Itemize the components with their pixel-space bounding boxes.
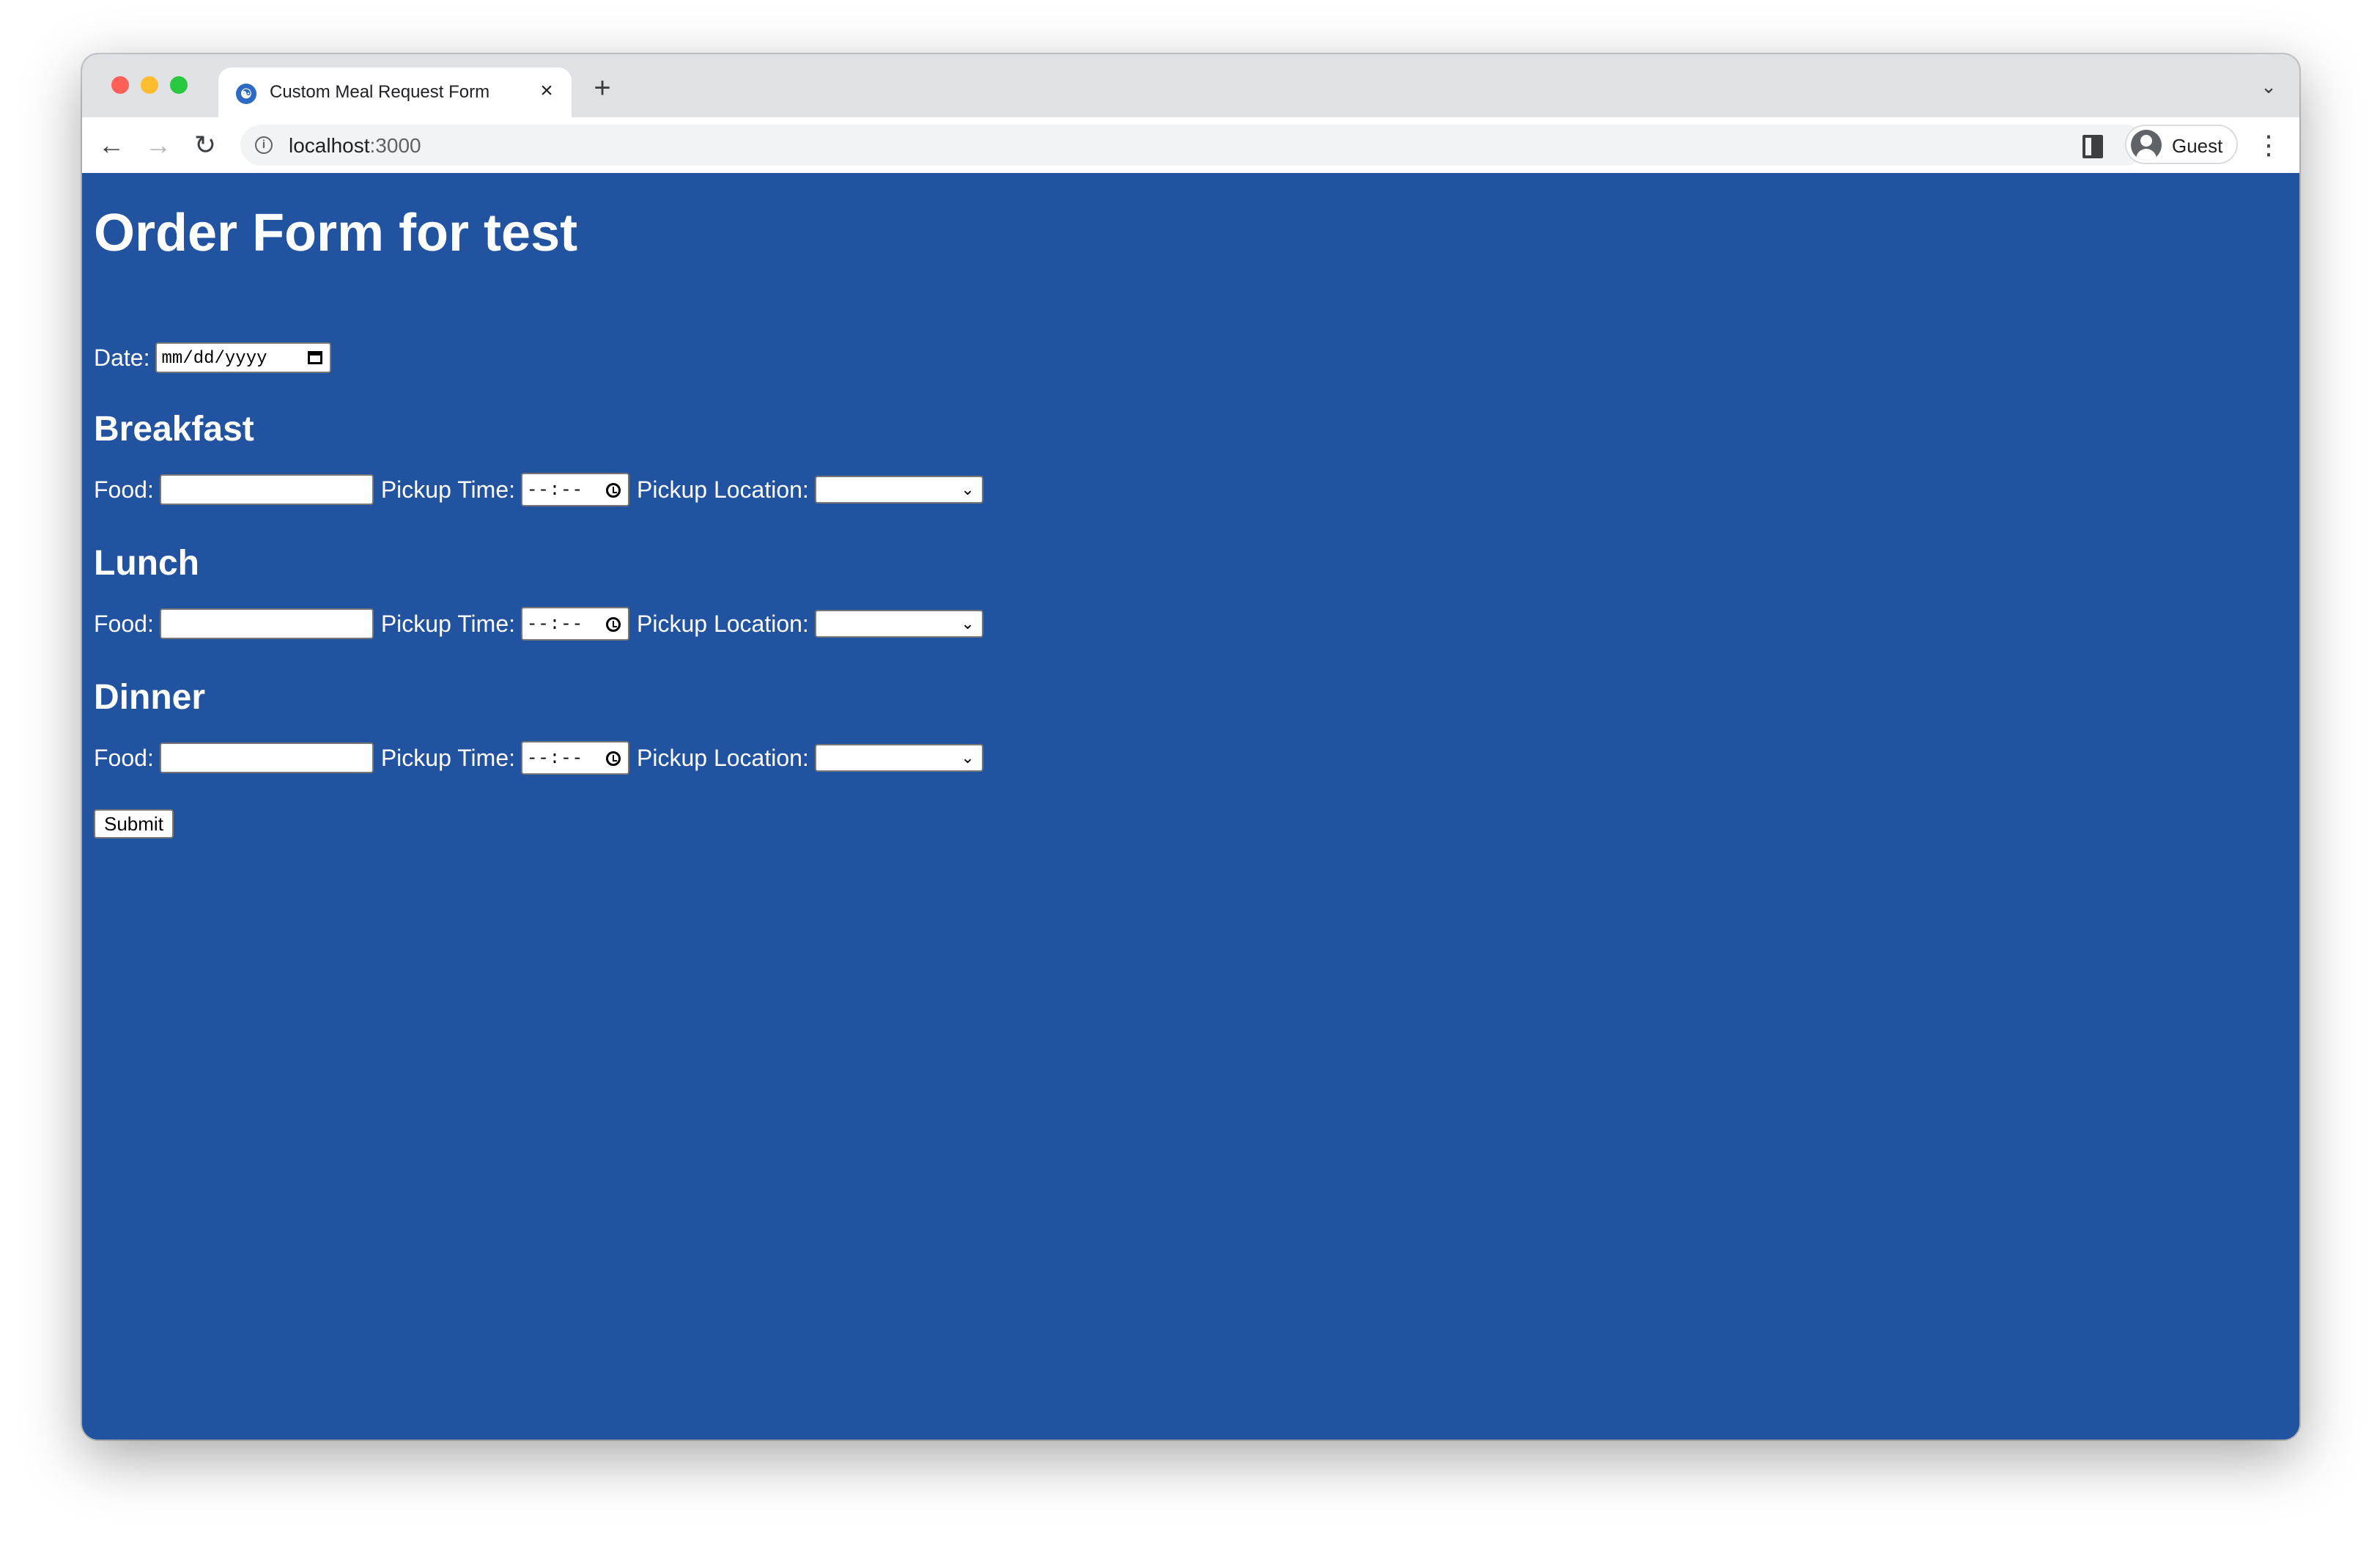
page-title: Order Form for test — [94, 204, 578, 262]
submit-button[interactable]: Submit — [94, 809, 174, 838]
clock-icon[interactable] — [606, 483, 621, 498]
favicon-icon: ☯ — [236, 84, 256, 104]
pickup-time-label: Pickup Time: — [380, 744, 515, 771]
back-icon[interactable]: ← — [94, 128, 129, 163]
side-panel-icon-fill — [2091, 135, 2100, 158]
lunch-time-input[interactable]: --:-- — [521, 607, 629, 641]
forward-icon[interactable]: → — [141, 128, 176, 163]
browser-tab[interactable]: ☯ Custom Meal Request Form × — [218, 67, 572, 117]
close-tab-icon[interactable]: × — [533, 78, 560, 104]
window-minimize-button[interactable] — [141, 76, 158, 94]
tab-strip: ☯ Custom Meal Request Form × + ⌄ — [82, 54, 2299, 117]
menu-icon[interactable]: ⋮ — [2255, 128, 2282, 163]
breakfast-location-select[interactable]: ⌄ — [814, 476, 983, 504]
lunch-location-select[interactable]: ⌄ — [814, 610, 983, 638]
clock-icon[interactable] — [606, 751, 621, 766]
reload-icon[interactable]: ↻ — [188, 128, 223, 163]
time-placeholder: --:-- — [527, 749, 584, 769]
avatar-head — [2140, 135, 2152, 147]
new-tab-button[interactable]: + — [586, 72, 618, 104]
browser-window: ☯ Custom Meal Request Form × + ⌄ ← → ↻ i… — [82, 54, 2299, 1440]
meal-row-breakfast: Food: Pickup Time: --:-- Pickup Location… — [94, 472, 983, 507]
address-bar[interactable]: i localhost:3000 — [240, 125, 2146, 166]
breakfast-food-input[interactable] — [159, 474, 374, 505]
chevron-down-icon: ⌄ — [961, 748, 975, 767]
url-host: localhost — [289, 134, 370, 157]
pickup-location-label: Pickup Location: — [637, 476, 809, 503]
food-label: Food: — [94, 610, 154, 637]
url-text: localhost:3000 — [289, 134, 421, 158]
meal-row-dinner: Food: Pickup Time: --:-- Pickup Location… — [94, 740, 983, 775]
food-label: Food: — [94, 744, 154, 771]
site-info-icon[interactable]: i — [255, 136, 273, 154]
window-maximize-button[interactable] — [170, 76, 188, 94]
side-panel-icon[interactable] — [2080, 132, 2106, 158]
food-label: Food: — [94, 476, 154, 503]
tab-title: Custom Meal Request Form — [270, 82, 490, 102]
page-content: Order Form for test Date: mm/dd/yyyy Bre… — [82, 173, 2299, 1440]
dinner-location-select[interactable]: ⌄ — [814, 744, 983, 772]
meal-row-lunch: Food: Pickup Time: --:-- Pickup Location… — [94, 606, 983, 641]
pickup-time-label: Pickup Time: — [380, 610, 515, 637]
time-placeholder: --:-- — [527, 615, 584, 635]
date-input[interactable]: mm/dd/yyyy — [155, 342, 332, 373]
lunch-food-input[interactable] — [159, 608, 374, 639]
section-title-breakfast: Breakfast — [94, 410, 254, 449]
date-placeholder: mm/dd/yyyy — [161, 349, 267, 369]
section-title-lunch: Lunch — [94, 544, 199, 583]
url-port: :3000 — [369, 134, 421, 157]
breakfast-time-input[interactable]: --:-- — [521, 473, 629, 506]
chevron-down-icon: ⌄ — [961, 614, 975, 633]
date-label: Date: — [94, 344, 150, 371]
profile-button[interactable]: Guest — [2125, 125, 2238, 164]
section-title-dinner: Dinner — [94, 678, 206, 717]
avatar-shoulders — [2136, 149, 2157, 161]
calendar-icon[interactable] — [308, 351, 323, 364]
browser-toolbar: ← → ↻ i localhost:3000 Guest ⋮ — [82, 117, 2299, 174]
dinner-time-input[interactable]: --:-- — [521, 741, 629, 775]
window-close-button[interactable] — [111, 76, 129, 94]
tab-search-icon[interactable]: ⌄ — [2255, 73, 2282, 100]
dinner-food-input[interactable] — [159, 742, 374, 773]
pickup-location-label: Pickup Location: — [637, 744, 809, 771]
pickup-location-label: Pickup Location: — [637, 610, 809, 637]
time-placeholder: --:-- — [527, 481, 584, 501]
date-row: Date: mm/dd/yyyy — [94, 340, 332, 375]
chevron-down-icon: ⌄ — [961, 480, 975, 498]
profile-name: Guest — [2172, 135, 2223, 157]
pickup-time-label: Pickup Time: — [380, 476, 515, 503]
clock-icon[interactable] — [606, 617, 621, 632]
avatar-icon — [2131, 130, 2162, 161]
